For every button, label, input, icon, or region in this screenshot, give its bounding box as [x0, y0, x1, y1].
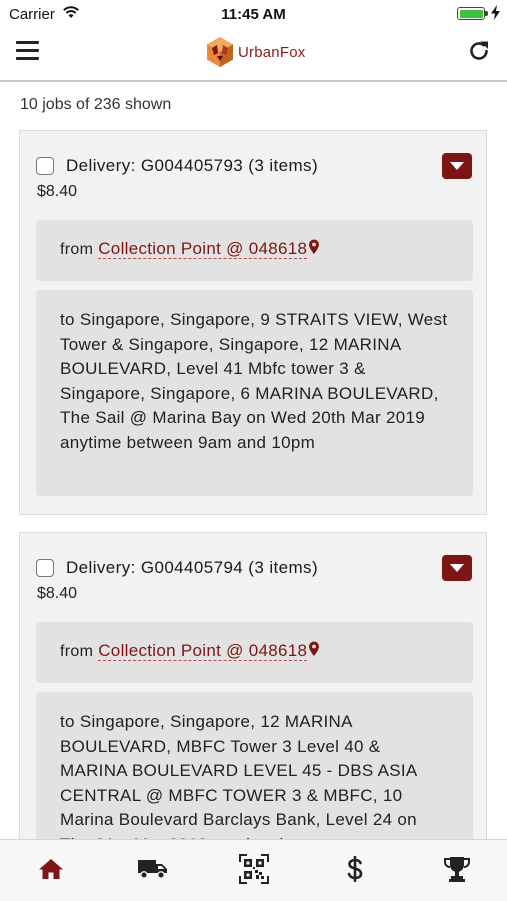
home-icon: [39, 859, 63, 879]
job-list[interactable]: 10 jobs of 236 shown Delivery: G00440579…: [0, 82, 507, 839]
brand-name: UrbanFox: [238, 43, 306, 61]
pickup-location-link[interactable]: Collection Point @ 048618: [98, 641, 308, 661]
job-card[interactable]: Delivery: G004405794 (3 items) $8.40 fro…: [19, 532, 487, 839]
job-card[interactable]: Delivery: G004405793 (3 items) $8.40 fro…: [19, 130, 487, 515]
charging-icon: [491, 5, 500, 20]
tab-scan[interactable]: [237, 854, 271, 884]
to-label: to: [60, 712, 75, 731]
job-title: Delivery: G004405793 (3 items): [66, 156, 319, 175]
brand-logo: UrbanFox: [205, 36, 305, 68]
tab-home[interactable]: [34, 854, 68, 884]
pickup-location-link[interactable]: Collection Point @ 048618: [98, 239, 308, 259]
menu-icon[interactable]: [16, 41, 39, 60]
pickup-box: from Collection Point @ 048618: [36, 622, 473, 683]
map-pin-icon[interactable]: [308, 239, 320, 255]
tab-earnings[interactable]: [338, 854, 372, 884]
qr-code-icon: [239, 854, 269, 884]
job-price: $8.40: [37, 585, 78, 602]
refresh-icon[interactable]: [467, 39, 491, 63]
expand-toggle-button[interactable]: [442, 555, 472, 581]
job-checkbox[interactable]: [36, 157, 54, 175]
tab-deliveries[interactable]: [136, 854, 170, 884]
fox-logo-icon: [207, 37, 233, 67]
from-label: from: [60, 241, 94, 258]
from-label: from: [60, 643, 94, 660]
navigation-bar: UrbanFox: [0, 28, 507, 82]
tab-rewards[interactable]: [440, 854, 474, 884]
clock: 11:45 AM: [221, 6, 286, 23]
job-title: Delivery: G004405794 (3 items): [66, 558, 319, 577]
job-count-summary: 10 jobs of 236 shown: [20, 96, 172, 113]
dropoff-addresses: Singapore, Singapore, 12 MARINA BOULEVAR…: [60, 712, 417, 829]
battery-tip: [485, 11, 488, 16]
pickup-box: from Collection Point @ 048618: [36, 220, 473, 281]
battery-icon: [457, 7, 485, 20]
status-bar: Carrier 11:45 AM: [0, 0, 507, 28]
bottom-tab-bar: [0, 839, 507, 901]
map-pin-icon[interactable]: [308, 641, 320, 657]
trophy-icon: [444, 857, 470, 882]
job-price: $8.40: [37, 183, 78, 200]
expand-toggle-button[interactable]: [442, 153, 472, 179]
dropoff-box: to Singapore, Singapore, 12 MARINA BOULE…: [36, 692, 473, 839]
to-label: to: [60, 310, 75, 329]
job-checkbox[interactable]: [36, 559, 54, 577]
truck-icon: [138, 860, 167, 879]
dropoff-box: to Singapore, Singapore, 9 STRAITS VIEW,…: [36, 290, 473, 496]
dollar-icon: [347, 856, 363, 882]
